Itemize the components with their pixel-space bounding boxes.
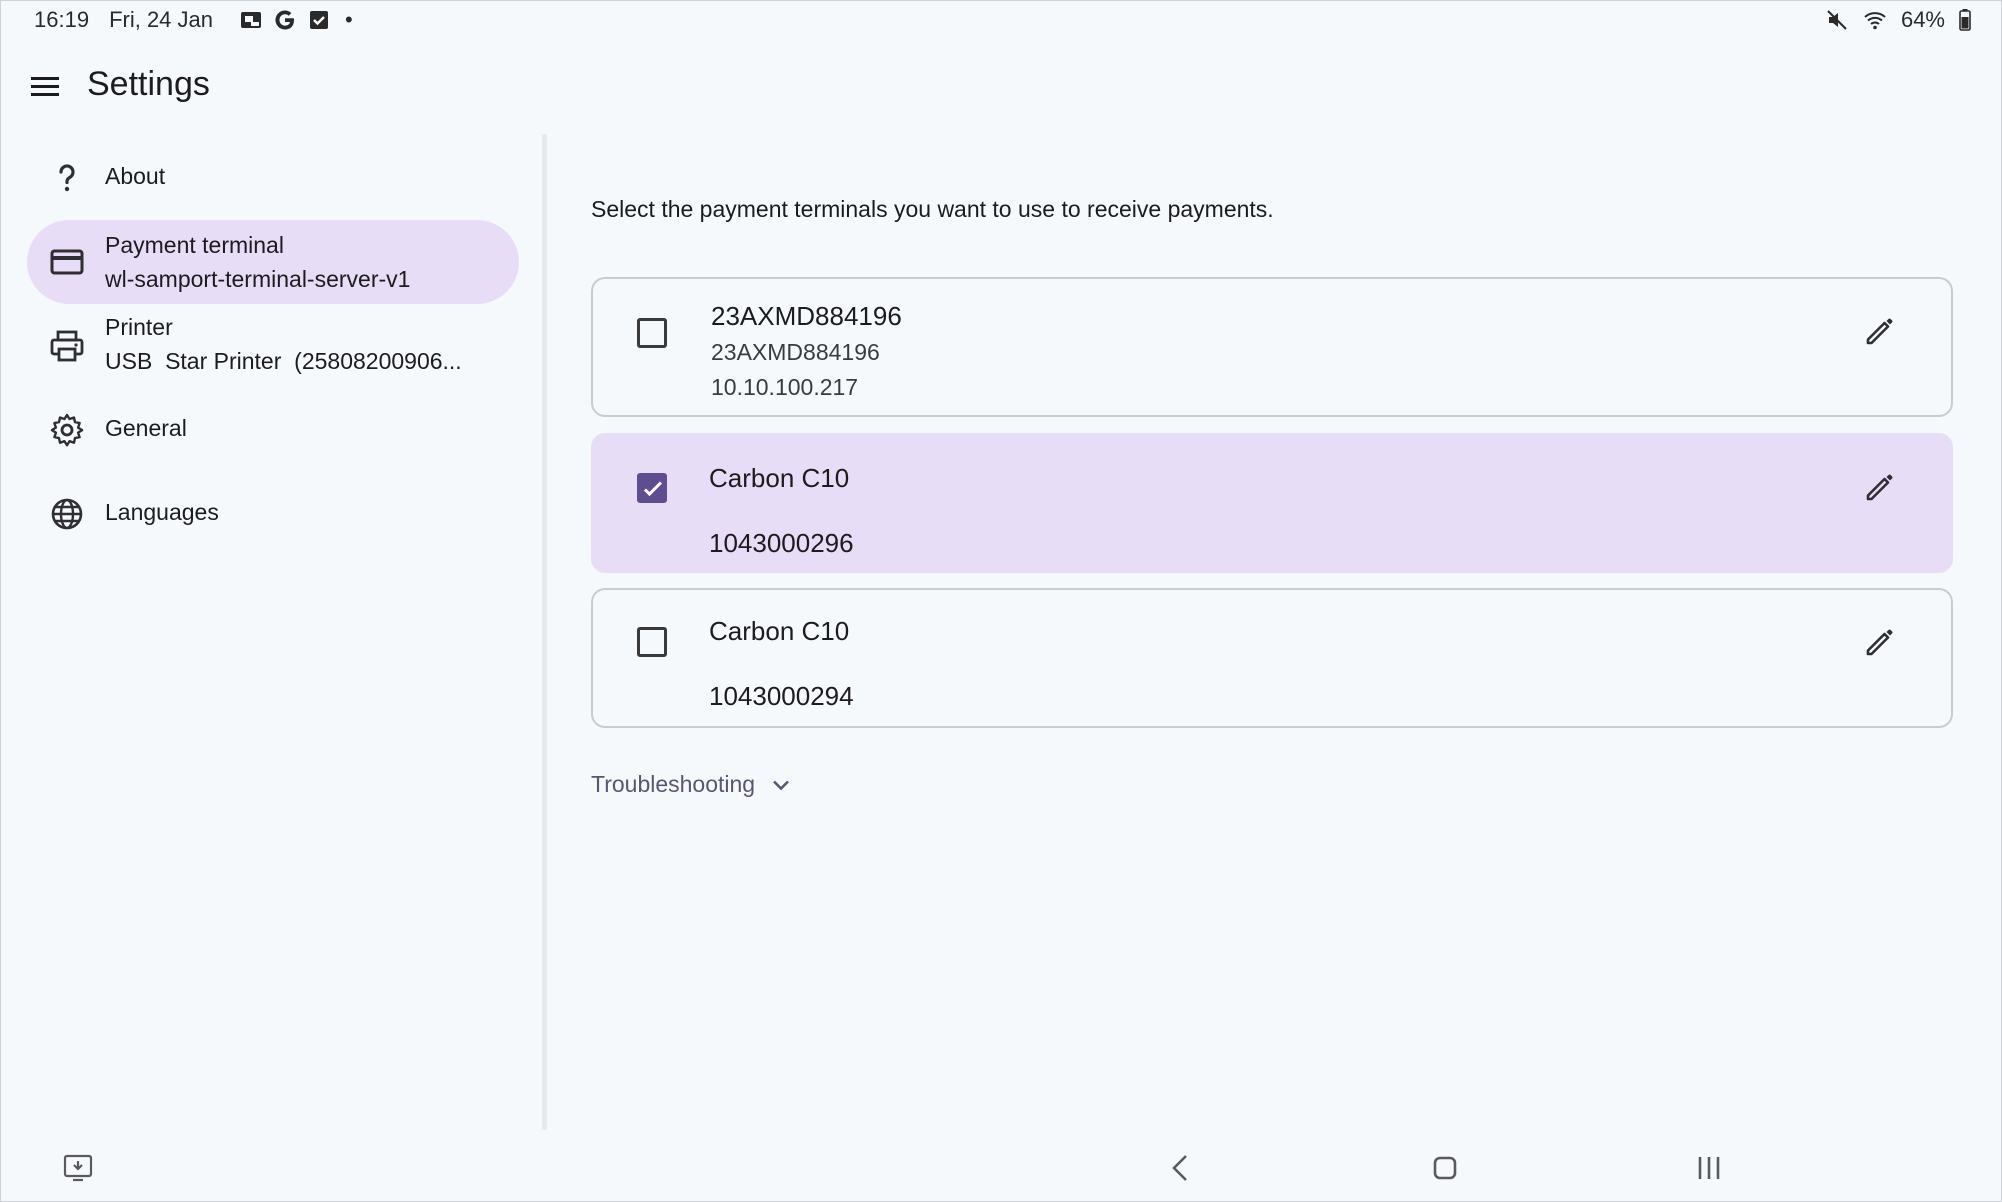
terminal-serial: 1043000294 xyxy=(709,681,854,711)
help-icon xyxy=(59,164,75,192)
sidebar-item-payment-terminal[interactable]: Payment terminal wl-samport-terminal-ser… xyxy=(27,220,519,304)
edit-icon[interactable] xyxy=(1861,468,1899,506)
sidebar-item-label: Payment terminal xyxy=(105,232,284,258)
panel-divider xyxy=(542,134,547,1130)
google-icon xyxy=(275,10,294,30)
sidebar-item-label: Languages xyxy=(105,499,219,525)
printer-icon xyxy=(50,330,84,362)
keyboard-switch-icon[interactable] xyxy=(61,1150,97,1186)
globe-icon xyxy=(51,498,83,530)
sidebar-item-languages[interactable]: Languages xyxy=(27,472,519,556)
recents-icon[interactable] xyxy=(1691,1150,1727,1186)
battery-icon xyxy=(1959,9,1971,31)
sidebar-item-general[interactable]: General xyxy=(27,388,519,472)
terminal-checkbox[interactable] xyxy=(637,473,667,503)
terminal-checkbox[interactable] xyxy=(637,318,667,348)
terminal-serial: 1043000296 xyxy=(709,528,854,558)
terminal-name: Carbon C10 xyxy=(709,463,850,493)
sidebar-item-label: About xyxy=(105,163,166,189)
status-date: Fri, 24 Jan xyxy=(109,7,213,32)
menu-icon[interactable] xyxy=(25,66,65,106)
terminal-name: Carbon C10 xyxy=(709,616,850,646)
more-notifications-dot: • xyxy=(345,7,353,32)
home-icon[interactable] xyxy=(1427,1150,1463,1186)
sidebar-item-sublabel: wl-samport-terminal-server-v1 xyxy=(105,266,411,292)
battery-percent: 64% xyxy=(1900,7,1945,32)
status-left: 16:19 Fri, 24 Jan • xyxy=(34,7,353,33)
status-right: 64% xyxy=(1825,7,1971,33)
screenshot-icon xyxy=(241,12,261,28)
status-time: 16:19 xyxy=(34,7,90,32)
sidebar-item-sublabel: USB Star Printer (25808200906... xyxy=(105,348,462,374)
screen: 16:19 Fri, 24 Jan • 64% Settings About P… xyxy=(0,0,2002,1202)
terminal-card[interactable]: Carbon C10 1043000296 xyxy=(591,433,1953,573)
sidebar-item-printer[interactable]: Printer USB Star Printer (25808200906... xyxy=(27,304,519,388)
top-app-bar: Settings xyxy=(1,41,2001,131)
gear-icon xyxy=(50,413,84,447)
sidebar-item-label: Printer xyxy=(105,314,173,340)
troubleshooting-label: Troubleshooting xyxy=(591,771,756,797)
sidebar-item-about[interactable]: About xyxy=(27,136,519,220)
terminal-checkbox[interactable] xyxy=(637,627,667,657)
mute-icon xyxy=(1827,10,1847,30)
credit-card-icon xyxy=(50,249,84,275)
notification-icons: • xyxy=(239,7,353,33)
edit-icon[interactable] xyxy=(1861,623,1899,661)
system-navigation-bar xyxy=(1,1136,2001,1201)
terminal-name: 23AXMD884196 xyxy=(711,301,902,331)
terminal-card[interactable]: Carbon C10 1043000294 xyxy=(591,588,1953,728)
sidebar-item-label: General xyxy=(105,415,187,441)
status-bar: 16:19 Fri, 24 Jan • 64% xyxy=(1,1,2001,39)
terminal-ip: 10.10.100.217 xyxy=(711,374,859,400)
edit-icon[interactable] xyxy=(1861,312,1899,350)
check-icon xyxy=(643,481,663,497)
page-title: Settings xyxy=(87,65,210,103)
sidebar: About Payment terminal wl-samport-termin… xyxy=(1,136,541,556)
terminal-serial: 23AXMD884196 xyxy=(711,339,880,365)
terminal-card[interactable]: 23AXMD884196 23AXMD884196 10.10.100.217 xyxy=(591,277,1953,417)
intro-text: Select the payment terminals you want to… xyxy=(591,196,1274,222)
back-icon[interactable] xyxy=(1163,1150,1199,1186)
chevron-down-icon xyxy=(773,780,790,790)
troubleshooting-toggle[interactable]: Troubleshooting xyxy=(591,771,793,798)
wifi-icon xyxy=(1864,12,1886,30)
checkbox-icon xyxy=(310,11,328,29)
